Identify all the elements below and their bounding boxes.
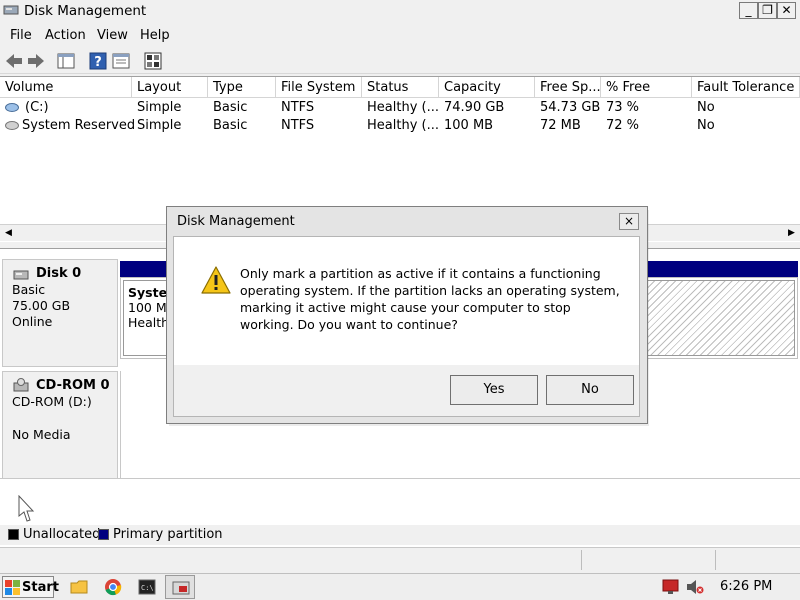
start-label: Start bbox=[22, 580, 59, 595]
disk-volume-icon bbox=[5, 103, 19, 112]
disk-0-name: Disk 0 bbox=[36, 266, 82, 281]
primary-partition-swatch bbox=[98, 529, 109, 540]
column-header-file-system[interactable]: File System bbox=[276, 77, 362, 98]
clock: 6:26 PM bbox=[720, 579, 773, 594]
start-button[interactable]: Start bbox=[2, 576, 59, 598]
cdrom-0-name: CD-ROM 0 bbox=[36, 378, 110, 393]
scroll-left-icon[interactable]: ◀ bbox=[0, 225, 17, 242]
c-drive-partition-selected[interactable] bbox=[647, 280, 795, 356]
disk-list-icon[interactable] bbox=[143, 51, 163, 71]
column-header-capacity[interactable]: Capacity bbox=[439, 77, 535, 98]
menu-view[interactable]: View bbox=[97, 28, 128, 43]
close-window-button[interactable]: ✕ bbox=[777, 2, 796, 19]
fault-tolerance-value: No bbox=[697, 100, 715, 115]
dialog-message-area: Only mark a partition as active if it co… bbox=[174, 237, 639, 365]
folder-icon[interactable] bbox=[70, 578, 88, 596]
volume-name: System Reserved bbox=[22, 118, 136, 133]
yes-button[interactable]: Yes bbox=[450, 375, 538, 405]
layout-value: Simple bbox=[137, 100, 182, 115]
free-space-value: 72 MB bbox=[540, 118, 581, 133]
no-button[interactable]: No bbox=[546, 375, 634, 405]
layout-value: Simple bbox=[137, 118, 182, 133]
menu-help[interactable]: Help bbox=[140, 28, 170, 43]
disk-0-type: Basic bbox=[12, 282, 46, 297]
file-system-value: NTFS bbox=[281, 100, 315, 115]
percent-free-value: 73 % bbox=[606, 100, 640, 115]
type-value: Basic bbox=[213, 118, 248, 133]
dialog-close-button[interactable]: × bbox=[619, 213, 639, 230]
disk-0-size: 75.00 GB bbox=[12, 298, 71, 313]
column-header-status[interactable]: Status bbox=[362, 77, 439, 98]
free-space-value: 54.73 GB bbox=[540, 100, 601, 115]
column-header-free-space[interactable]: Free Sp... bbox=[535, 77, 601, 98]
scroll-right-icon[interactable]: ▶ bbox=[783, 225, 800, 242]
window-title: Disk Management bbox=[24, 3, 147, 19]
file-system-value: NTFS bbox=[281, 118, 315, 133]
windows-logo-icon bbox=[5, 580, 20, 595]
dialog-body: Only mark a partition as active if it co… bbox=[173, 236, 640, 417]
dialog-message: Only mark a partition as active if it co… bbox=[240, 266, 620, 332]
disk-management-taskbar-button[interactable] bbox=[165, 575, 195, 599]
dialog-title: Disk Management bbox=[177, 214, 295, 229]
table-row[interactable]: (C:) Simple Basic NTFS Healthy (... 74.9… bbox=[0, 99, 800, 117]
unallocated-swatch bbox=[8, 529, 19, 540]
taskbar: Start C:\ 6:26 PM bbox=[0, 573, 800, 600]
fault-tolerance-value: No bbox=[697, 118, 715, 133]
column-header-percent-free[interactable]: % Free bbox=[601, 77, 692, 98]
show-hide-console-tree-icon[interactable] bbox=[56, 51, 76, 71]
forward-arrow-icon[interactable] bbox=[26, 51, 46, 71]
action-center-flag-icon[interactable] bbox=[662, 579, 680, 595]
back-arrow-icon[interactable] bbox=[4, 51, 24, 71]
volume-name: (C:) bbox=[25, 100, 49, 115]
status-divider bbox=[581, 550, 582, 570]
disk-0-status: Online bbox=[12, 314, 53, 329]
mouse-pointer-icon bbox=[18, 495, 35, 522]
confirmation-dialog: Disk Management × Only mark a partition … bbox=[166, 206, 648, 424]
chrome-browser-icon[interactable] bbox=[104, 578, 122, 596]
status-divider bbox=[715, 550, 716, 570]
command-prompt-icon[interactable]: C:\ bbox=[138, 578, 156, 596]
legend: Unallocated Primary partition bbox=[0, 525, 800, 545]
type-value: Basic bbox=[213, 100, 248, 115]
toolbar: ? bbox=[0, 48, 800, 74]
menu-bar: File Action View Help bbox=[0, 24, 800, 46]
table-row[interactable]: System Reserved Simple Basic NTFS Health… bbox=[0, 117, 800, 135]
help-icon[interactable]: ? bbox=[88, 51, 108, 71]
legend-primary: Primary partition bbox=[113, 527, 223, 542]
cdrom-icon bbox=[13, 378, 29, 392]
column-header-layout[interactable]: Layout bbox=[132, 77, 208, 98]
column-header-volume[interactable]: Volume bbox=[0, 77, 132, 98]
status-value: Healthy (... bbox=[367, 100, 439, 115]
capacity-value: 100 MB bbox=[444, 118, 494, 133]
disk-management-app-icon bbox=[3, 5, 19, 15]
cdrom-0-drive: CD-ROM (D:) bbox=[12, 394, 92, 409]
svg-text:?: ? bbox=[94, 55, 102, 70]
menu-file[interactable]: File bbox=[10, 28, 32, 43]
legend-unallocated: Unallocated bbox=[23, 527, 101, 542]
column-header-fault-tolerance[interactable]: Fault Tolerance bbox=[692, 77, 800, 98]
divider bbox=[0, 478, 800, 479]
volume-muted-icon[interactable] bbox=[686, 579, 704, 595]
properties-icon[interactable] bbox=[111, 51, 131, 71]
disk-drive-icon bbox=[13, 270, 29, 280]
cdrom-0-status: No Media bbox=[12, 427, 71, 442]
column-header-type[interactable]: Type bbox=[208, 77, 276, 98]
svg-text:C:\: C:\ bbox=[141, 584, 154, 592]
capacity-value: 74.90 GB bbox=[444, 100, 505, 115]
cdrom-0-label[interactable]: CD-ROM 0 CD-ROM (D:) No Media bbox=[2, 371, 118, 479]
menu-action[interactable]: Action bbox=[45, 28, 86, 43]
status-bar bbox=[0, 547, 800, 571]
status-value: Healthy (... bbox=[367, 118, 439, 133]
percent-free-value: 72 % bbox=[606, 118, 640, 133]
disk-0-label[interactable]: Disk 0 Basic 75.00 GB Online bbox=[2, 259, 118, 367]
restore-button[interactable]: ❐ bbox=[758, 2, 777, 19]
disk-management-icon bbox=[172, 581, 190, 595]
minimize-button[interactable]: _ bbox=[739, 2, 758, 19]
title-bar: Disk Management _ ❐ ✕ bbox=[0, 0, 800, 22]
warning-icon bbox=[201, 266, 231, 294]
